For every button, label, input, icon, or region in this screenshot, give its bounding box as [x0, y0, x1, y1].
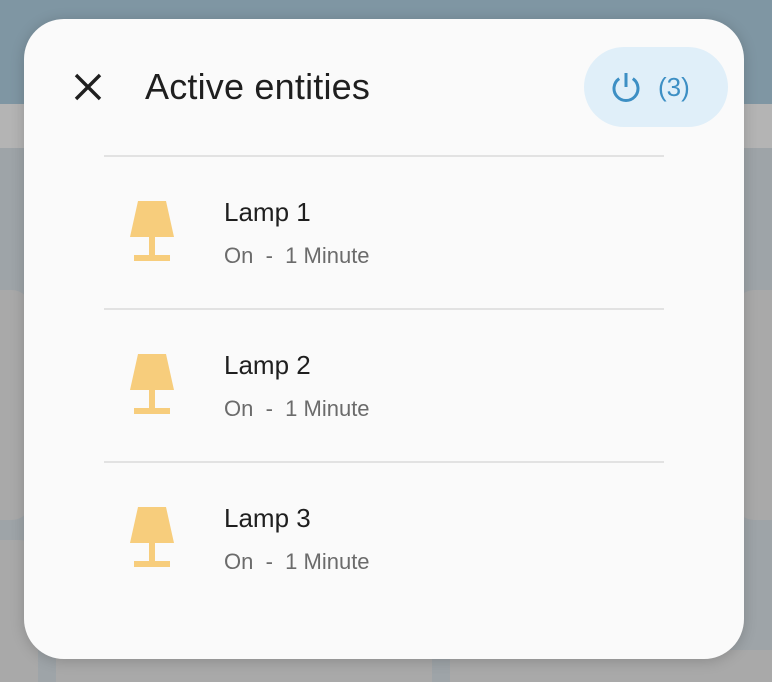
entity-name: Lamp 1	[224, 197, 311, 227]
status-separator: -	[265, 549, 273, 574]
entity-state: On	[224, 396, 254, 421]
status-separator: -	[265, 396, 273, 421]
lamp-icon	[130, 354, 174, 414]
lamp-icon	[130, 201, 174, 261]
power-icon	[610, 71, 642, 103]
entity-duration: 1 Minute	[285, 243, 370, 268]
entity-state: On	[224, 243, 254, 268]
entity-list: Lamp 1 On - 1 Minute Lamp 2 On - 1 Minut…	[104, 155, 664, 614]
entity-row-lamp-2[interactable]: Lamp 2 On - 1 Minute	[104, 308, 664, 461]
active-count-label: (3)	[658, 71, 690, 102]
dialog-title: Active entities	[145, 66, 371, 107]
entity-status: On - 1 Minute	[224, 547, 370, 577]
entity-duration: 1 Minute	[285, 549, 370, 574]
entity-duration: 1 Minute	[285, 396, 370, 421]
turn-off-all-button[interactable]: (3)	[584, 47, 728, 127]
lamp-icon	[130, 507, 174, 567]
entity-row-lamp-3[interactable]: Lamp 3 On - 1 Minute	[104, 461, 664, 614]
entity-name: Lamp 2	[224, 350, 311, 380]
entity-status: On - 1 Minute	[224, 241, 370, 271]
entity-state: On	[224, 549, 254, 574]
entity-name: Lamp 3	[224, 503, 311, 533]
entity-status: On - 1 Minute	[224, 394, 370, 424]
active-entities-dialog: Active entities (3) Lamp 1 On - 1 Minute	[24, 19, 744, 659]
close-icon	[74, 73, 102, 101]
close-button[interactable]	[68, 67, 108, 107]
status-separator: -	[265, 243, 273, 268]
entity-row-lamp-1[interactable]: Lamp 1 On - 1 Minute	[104, 155, 664, 308]
